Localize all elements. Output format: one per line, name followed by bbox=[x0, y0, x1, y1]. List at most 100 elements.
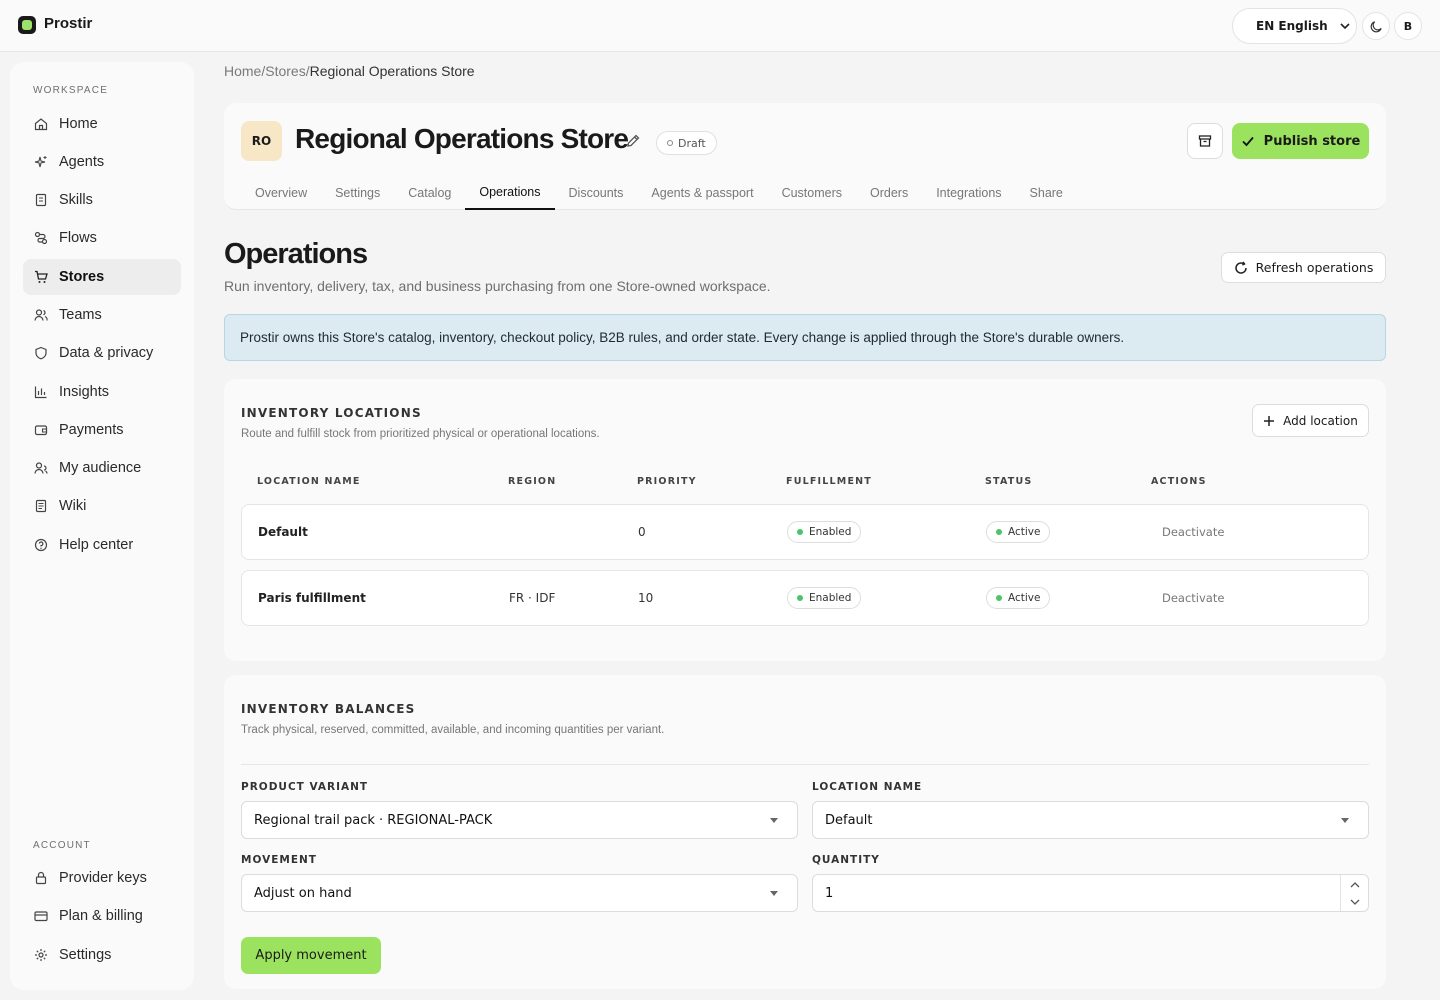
sidebar-item-label: Help center bbox=[59, 537, 134, 553]
chevron-down-icon[interactable] bbox=[1350, 899, 1360, 906]
movement-select[interactable]: Adjust on hand bbox=[241, 874, 798, 912]
location-priority: 0 bbox=[638, 525, 646, 539]
account-section-label: ACCOUNT bbox=[33, 840, 91, 851]
brand-name[interactable]: Prostir bbox=[44, 15, 92, 32]
fulfillment-label: Enabled bbox=[809, 526, 852, 538]
sidebar-item-stores[interactable]: Stores bbox=[23, 259, 181, 295]
apply-movement-button[interactable]: Apply movement bbox=[241, 937, 381, 974]
sidebar-item-flows[interactable]: Flows bbox=[23, 220, 181, 256]
tab-operations[interactable]: Operations bbox=[465, 175, 555, 210]
sidebar-item-label: Agents bbox=[59, 154, 105, 170]
check-icon bbox=[1242, 136, 1254, 147]
users-icon bbox=[34, 309, 48, 321]
breadcrumb-stores[interactable]: Stores bbox=[265, 63, 305, 79]
product-variant-select[interactable]: Regional trail pack · REGIONAL-PACK bbox=[241, 801, 798, 839]
refresh-icon bbox=[1234, 261, 1247, 274]
add-location-button[interactable]: Add location bbox=[1252, 404, 1369, 437]
caret-down-icon bbox=[770, 891, 778, 896]
deactivate-button[interactable]: Deactivate bbox=[1162, 525, 1224, 539]
sidebar-item-insights[interactable]: Insights bbox=[23, 374, 181, 410]
status-badge-label: Draft bbox=[678, 136, 706, 150]
sidebar-item-my-audience[interactable]: My audience bbox=[23, 450, 181, 486]
sidebar-item-label: Home bbox=[59, 116, 98, 132]
sidebar-item-agents[interactable]: Agents bbox=[23, 144, 181, 180]
sidebar-item-provider-keys[interactable]: Provider keys bbox=[23, 860, 181, 896]
sidebar-item-data-privacy[interactable]: Data & privacy bbox=[23, 335, 181, 371]
breadcrumb: Home/Stores/Regional Operations Store bbox=[224, 63, 475, 79]
status-dot-icon bbox=[996, 529, 1002, 535]
caret-down-icon bbox=[770, 818, 778, 823]
quantity-stepper[interactable]: 1 bbox=[812, 874, 1369, 912]
sidebar-item-label: Provider keys bbox=[59, 870, 147, 886]
breadcrumb-home[interactable]: Home bbox=[224, 63, 261, 79]
sidebar-item-skills[interactable]: Skills bbox=[23, 182, 181, 218]
theme-toggle-button[interactable] bbox=[1362, 12, 1390, 40]
column-header: LOCATION NAME bbox=[257, 476, 361, 487]
caret-down-icon bbox=[1341, 818, 1349, 823]
inventory-balances-description: Track physical, reserved, committed, ava… bbox=[241, 724, 665, 736]
chevron-up-icon[interactable] bbox=[1350, 881, 1360, 888]
sidebar-item-wiki[interactable]: Wiki bbox=[23, 488, 181, 524]
sidebar-item-label: Settings bbox=[59, 947, 112, 963]
quantity-label: QUANTITY bbox=[812, 854, 880, 866]
archive-icon bbox=[1198, 135, 1212, 147]
tab-discounts[interactable]: Discounts bbox=[555, 175, 638, 210]
tab-overview[interactable]: Overview bbox=[241, 175, 321, 210]
status-badge: Draft bbox=[656, 131, 717, 155]
location-select[interactable]: Default bbox=[812, 801, 1369, 839]
audience-icon bbox=[34, 462, 48, 474]
chevron-down-icon bbox=[1340, 23, 1350, 30]
column-header: REGION bbox=[508, 476, 557, 487]
status-dot-icon bbox=[797, 529, 803, 535]
sidebar-item-plan-billing[interactable]: Plan & billing bbox=[23, 898, 181, 934]
logo-icon[interactable] bbox=[18, 16, 36, 34]
sidebar-item-payments[interactable]: Payments bbox=[23, 412, 181, 448]
sidebar-item-label: Skills bbox=[59, 192, 93, 208]
inventory-locations-card: INVENTORY LOCATIONS Route and fulfill st… bbox=[224, 379, 1386, 661]
chart-icon bbox=[34, 386, 47, 399]
tab-settings[interactable]: Settings bbox=[321, 175, 394, 210]
page-title: Operations bbox=[224, 238, 368, 270]
deactivate-button[interactable]: Deactivate bbox=[1162, 591, 1224, 605]
tab-orders[interactable]: Orders bbox=[856, 175, 922, 210]
wiki-icon bbox=[35, 499, 47, 513]
cart-icon bbox=[35, 270, 48, 283]
home-icon bbox=[34, 118, 48, 131]
fulfillment-badge: Enabled bbox=[787, 521, 862, 543]
inventory-locations-title: INVENTORY LOCATIONS bbox=[241, 406, 422, 420]
language-selector[interactable]: EN English bbox=[1232, 8, 1357, 44]
location-value: Default bbox=[825, 812, 873, 828]
product-variant-value: Regional trail pack · REGIONAL-PACK bbox=[254, 812, 493, 828]
pencil-icon[interactable] bbox=[626, 133, 641, 148]
store-header: RO Regional Operations Store Draft Publi… bbox=[224, 103, 1386, 210]
sidebar-item-help-center[interactable]: Help center bbox=[23, 527, 181, 563]
sidebar-item-home[interactable]: Home bbox=[23, 106, 181, 142]
store-avatar: RO bbox=[241, 121, 282, 161]
quantity-value: 1 bbox=[825, 885, 834, 901]
tab-integrations[interactable]: Integrations bbox=[922, 175, 1015, 210]
status-badge: Active bbox=[986, 587, 1051, 609]
tab-agents-passport[interactable]: Agents & passport bbox=[637, 175, 767, 210]
sparkles-icon bbox=[34, 156, 47, 168]
moon-icon bbox=[1370, 20, 1382, 32]
movement-label: MOVEMENT bbox=[241, 854, 317, 866]
tab-catalog[interactable]: Catalog bbox=[394, 175, 465, 210]
sidebar-item-label: Flows bbox=[59, 230, 97, 246]
status-badge: Active bbox=[986, 521, 1051, 543]
table-row: Paris fulfillment FR · IDF 10 Enabled Ac… bbox=[241, 570, 1369, 626]
user-avatar[interactable]: B bbox=[1394, 12, 1422, 40]
tab-share[interactable]: Share bbox=[1016, 175, 1077, 210]
sidebar-item-settings[interactable]: Settings bbox=[23, 937, 181, 973]
table-row: Default 0 Enabled Active Deactivate bbox=[241, 504, 1369, 560]
sidebar-item-label: Plan & billing bbox=[59, 908, 143, 924]
column-header: FULFILLMENT bbox=[786, 476, 872, 487]
refresh-operations-label: Refresh operations bbox=[1255, 260, 1374, 275]
sidebar-item-label: Data & privacy bbox=[59, 345, 154, 361]
tab-customers[interactable]: Customers bbox=[768, 175, 856, 210]
gear-icon bbox=[35, 949, 47, 961]
sidebar-item-teams[interactable]: Teams bbox=[23, 297, 181, 333]
publish-store-button[interactable]: Publish store bbox=[1232, 123, 1369, 159]
refresh-operations-button[interactable]: Refresh operations bbox=[1221, 252, 1386, 283]
archive-button[interactable] bbox=[1187, 123, 1223, 159]
product-variant-label: PRODUCT VARIANT bbox=[241, 781, 369, 793]
